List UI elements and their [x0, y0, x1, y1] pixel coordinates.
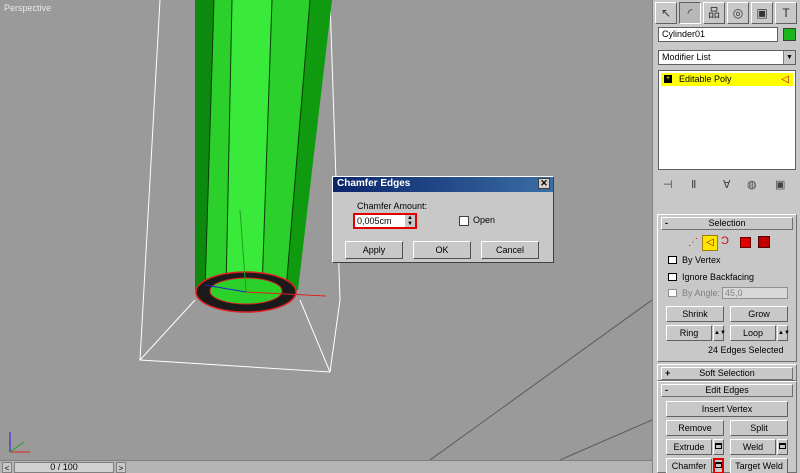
- settings-icon: [779, 443, 786, 449]
- spinner-arrows[interactable]: ▲ ▼: [405, 215, 415, 227]
- soft-selection-rollout-header[interactable]: + Soft Selection: [661, 367, 793, 380]
- by-angle-checkbox[interactable]: [668, 289, 677, 297]
- by-vertex-checkbox[interactable]: [668, 256, 677, 264]
- tab-motion[interactable]: ◎: [727, 2, 749, 24]
- pin-stack-icon[interactable]: ⊣: [663, 178, 673, 191]
- vertex-mode-icon[interactable]: ⋰: [688, 237, 698, 248]
- edit-edges-rollout: - Edit Edges Insert Vertex Remove Split …: [657, 381, 797, 473]
- element-mode-icon[interactable]: [758, 236, 770, 248]
- tab-hierarchy[interactable]: 品: [703, 2, 725, 24]
- chamfer-amount-input[interactable]: [355, 215, 405, 227]
- make-unique-icon[interactable]: ∀: [723, 178, 731, 191]
- by-angle-input[interactable]: 45,0: [722, 287, 788, 299]
- time-slider[interactable]: 0 / 100: [14, 462, 114, 473]
- time-next-button[interactable]: >: [116, 462, 126, 473]
- command-panel: ↖ ◜ 品 ◎ ▣ T Cylinder01 Modifier List ▼ +…: [652, 0, 800, 473]
- configure-sets-icon[interactable]: ▣: [775, 178, 785, 191]
- ok-button[interactable]: OK: [413, 241, 471, 259]
- object-name-field[interactable]: Cylinder01: [658, 27, 778, 42]
- chamfer-button[interactable]: Chamfer: [666, 458, 712, 473]
- soft-selection-rollout: + Soft Selection: [657, 364, 797, 381]
- tab-utilities[interactable]: T: [775, 2, 797, 24]
- ignore-backfacing-checkbox[interactable]: [668, 273, 677, 281]
- settings-icon: [715, 462, 722, 468]
- time-slider-bar: < 0 / 100 >: [0, 460, 652, 473]
- stack-item-editable-poly[interactable]: + Editable Poly ◁: [661, 73, 793, 86]
- stack-item-label: Editable Poly: [679, 74, 732, 84]
- chamfer-amount-label: Chamfer Amount:: [357, 201, 428, 211]
- chamfer-edges-dialog: Chamfer Edges ✕ Chamfer Amount: ▲▼ Open …: [332, 176, 554, 263]
- dialog-title-bar[interactable]: Chamfer Edges ✕: [333, 177, 553, 192]
- dialog-close-button[interactable]: ✕: [538, 178, 550, 189]
- show-end-result-icon[interactable]: Ⅱ: [691, 178, 696, 191]
- tab-create[interactable]: ↖: [655, 2, 677, 24]
- modifier-list-label: Modifier List: [662, 52, 711, 62]
- remove-button[interactable]: Remove: [666, 420, 724, 436]
- shrink-button[interactable]: Shrink: [666, 306, 724, 322]
- edge-mode-icon[interactable]: ◁: [702, 235, 718, 251]
- target-weld-button[interactable]: Target Weld: [730, 458, 788, 473]
- modifier-stack: + Editable Poly ◁: [658, 70, 796, 170]
- extrude-settings-button[interactable]: [713, 439, 724, 455]
- open-checkbox[interactable]: [459, 216, 469, 226]
- ring-spinner[interactable]: ▲▼: [713, 325, 726, 341]
- extrude-button[interactable]: Extrude: [666, 439, 712, 455]
- by-vertex-label: By Vertex: [682, 255, 721, 265]
- chamfer-settings-button[interactable]: [713, 458, 724, 473]
- ignore-backfacing-label: Ignore Backfacing: [682, 272, 755, 282]
- ring-button[interactable]: Ring: [666, 325, 712, 341]
- open-label: Open: [473, 215, 496, 225]
- selection-rollout-header[interactable]: - Selection: [661, 217, 793, 230]
- weld-settings-button[interactable]: [777, 439, 788, 455]
- tab-modify[interactable]: ◜: [679, 2, 701, 24]
- edit-edges-rollout-header[interactable]: - Edit Edges: [661, 384, 793, 397]
- time-prev-button[interactable]: <: [2, 462, 12, 473]
- viewport-label[interactable]: Perspective: [4, 3, 51, 13]
- weld-button[interactable]: Weld: [730, 439, 776, 455]
- command-panel-tabs: ↖ ◜ 品 ◎ ▣ T: [655, 2, 799, 26]
- stack-toolbar: ⊣ Ⅱ ∀ ◍ ▣: [663, 178, 793, 194]
- selection-rollout: - Selection ⋰ ◁ Ɔ By Vertex Ignore Backf…: [657, 214, 797, 362]
- split-button[interactable]: Split: [730, 420, 788, 436]
- subobject-level-bar: ⋰ ◁ Ɔ: [688, 235, 778, 251]
- object-color-swatch[interactable]: [783, 28, 796, 41]
- expand-icon[interactable]: +: [664, 75, 672, 83]
- dialog-title: Chamfer Edges: [337, 178, 411, 189]
- chamfer-amount-spinner: ▲▼: [353, 213, 417, 229]
- loop-spinner[interactable]: ▲▼: [777, 325, 790, 341]
- cancel-button[interactable]: Cancel: [481, 241, 539, 259]
- by-angle-label: By Angle:: [682, 288, 721, 298]
- loop-button[interactable]: Loop: [730, 325, 776, 341]
- modifier-list-dropdown[interactable]: Modifier List ▼: [658, 50, 796, 65]
- polygon-mode-icon[interactable]: [740, 237, 751, 248]
- grow-button[interactable]: Grow: [730, 306, 788, 322]
- edge-mode-icon: ◁: [781, 74, 789, 85]
- scene-render: [9, 0, 652, 460]
- tab-display[interactable]: ▣: [751, 2, 773, 24]
- perspective-viewport[interactable]: Perspective: [0, 0, 652, 460]
- selection-status: 24 Edges Selected: [708, 345, 784, 355]
- chevron-down-icon: ▼: [783, 51, 795, 64]
- remove-modifier-icon[interactable]: ◍: [747, 178, 757, 191]
- insert-vertex-button[interactable]: Insert Vertex: [666, 401, 788, 417]
- settings-icon: [715, 443, 722, 449]
- apply-button[interactable]: Apply: [345, 241, 403, 259]
- border-mode-icon[interactable]: Ɔ: [721, 235, 729, 247]
